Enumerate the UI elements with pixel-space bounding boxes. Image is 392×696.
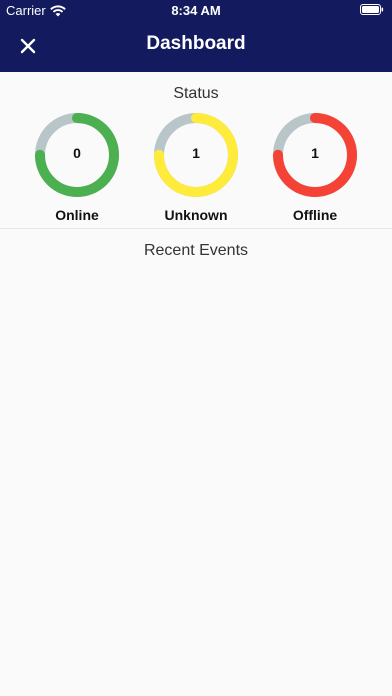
navigation-bar: Dashboard (0, 24, 392, 68)
status-time: 8:34 AM (171, 3, 221, 18)
status-gauges: 0 Online 1 Unknown 1 Offline (0, 112, 392, 228)
battery-icon (360, 4, 384, 15)
header-bar: Carrier 8:34 AM Dashboard (0, 0, 392, 72)
gauge-online[interactable]: 0 Online (27, 112, 127, 228)
section-divider (0, 228, 392, 229)
gauge-unknown[interactable]: 1 Unknown (146, 112, 246, 228)
page-title: Dashboard (146, 33, 246, 54)
dashboard-screen: Carrier 8:34 AM Dashboard Status 0 Onlin… (0, 0, 392, 696)
gauge-offline-value: 1 (311, 145, 319, 161)
gauge-online-value: 0 (73, 145, 81, 161)
gauge-offline-label: Offline (292, 207, 338, 223)
gauge-unknown-label: Unknown (164, 207, 228, 223)
status-section-title: Status (173, 85, 219, 102)
recent-events-title: Recent Events (143, 242, 249, 259)
status-bar: Carrier 8:34 AM (0, 0, 392, 20)
gauge-offline[interactable]: 1 Offline (265, 112, 365, 228)
gauge-unknown-value: 1 (192, 145, 200, 161)
gauge-online-label: Online (55, 207, 99, 223)
